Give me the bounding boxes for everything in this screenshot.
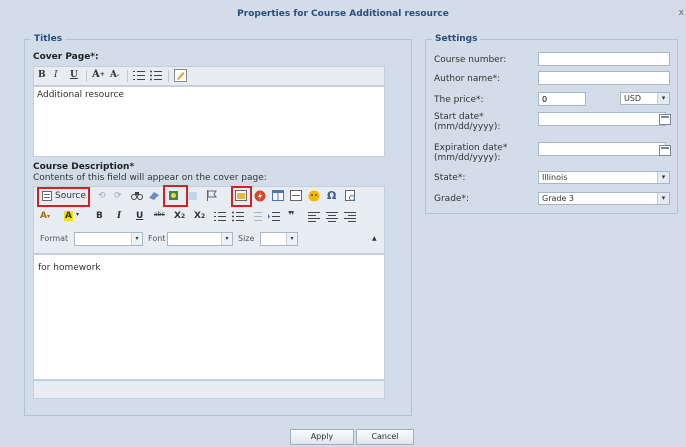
author-name-input[interactable]	[538, 71, 670, 85]
state-select[interactable]: Illinois ▾	[538, 171, 670, 184]
state-value: Illinois	[542, 173, 568, 182]
chevron-down-icon: ▾	[657, 172, 669, 183]
expiration-date-label: Expiration date*	[434, 143, 508, 153]
underline-button[interactable]: U	[70, 70, 78, 80]
background-color-icon[interactable]: A	[64, 211, 73, 221]
source-highlight	[37, 187, 90, 207]
currency-value: USD	[624, 94, 642, 103]
grade-select[interactable]: Grade 3 ▾	[538, 192, 670, 205]
chevron-down-icon: ▾	[131, 233, 142, 245]
image-highlight	[231, 186, 252, 207]
ordered-list-icon[interactable]	[133, 70, 145, 81]
properties-dialog: Properties for Course Additional resourc…	[0, 0, 686, 447]
calendar-icon[interactable]	[659, 114, 671, 125]
calendar-icon[interactable]	[659, 145, 671, 156]
expiration-date-format: (mm/dd/yyyy):	[434, 153, 501, 163]
undo-icon[interactable]: ⟲	[98, 191, 106, 201]
start-date-label: Start date*	[434, 112, 484, 122]
start-date-format: (mm/dd/yyyy):	[434, 122, 501, 132]
page-break-icon[interactable]	[344, 190, 356, 201]
indent-icon[interactable]	[268, 211, 280, 222]
numbered-list-icon[interactable]	[214, 211, 226, 222]
chevron-down-icon: ▾	[221, 233, 232, 245]
align-center-icon[interactable]	[326, 211, 338, 222]
text-color-icon[interactable]: A ▾	[40, 211, 50, 221]
find-icon[interactable]	[131, 190, 143, 201]
spellcheck-highlight	[163, 185, 188, 207]
unordered-list-icon[interactable]	[150, 70, 162, 81]
cover-editor[interactable]: Additional resource	[33, 86, 385, 157]
cover-text: Additional resource	[37, 90, 124, 100]
special-char-icon[interactable]: Ω	[327, 189, 336, 202]
format-select[interactable]: ▾	[74, 232, 143, 246]
font-label: Font	[148, 234, 166, 243]
price-label: The price*:	[434, 95, 484, 105]
grade-label: Grade*:	[434, 194, 469, 204]
align-left-icon[interactable]	[308, 211, 320, 222]
blockquote-icon[interactable]: ❞	[288, 209, 294, 222]
titles-legend: Titles	[34, 34, 63, 44]
horizontal-rule-icon[interactable]	[290, 190, 302, 201]
chevron-down-icon: ▾	[657, 93, 669, 104]
bulleted-list-icon[interactable]	[232, 211, 244, 222]
underline-button[interactable]: U	[136, 211, 143, 221]
chevron-down-icon: ▾	[286, 233, 297, 245]
state-label: State*:	[434, 173, 466, 183]
bold-button[interactable]: B	[38, 70, 46, 80]
eraser-icon[interactable]	[148, 190, 160, 201]
align-right-icon[interactable]	[344, 211, 356, 222]
toolbar-separator	[168, 70, 169, 82]
cover-toolbar: B I U A + A-	[33, 66, 385, 86]
course-number-input[interactable]	[538, 52, 670, 66]
superscript-icon[interactable]: X2	[194, 211, 205, 221]
currency-select[interactable]: USD ▾	[620, 92, 670, 105]
course-number-label: Course number:	[434, 55, 507, 65]
toolbar-separator	[86, 70, 87, 82]
italic-button[interactable]: I	[117, 211, 121, 221]
font-select[interactable]: ▾	[167, 232, 233, 246]
description-text: for homework	[38, 263, 101, 273]
bold-button[interactable]: B	[96, 211, 103, 221]
editor-status-bar	[33, 380, 385, 399]
size-select[interactable]: ▾	[260, 232, 298, 246]
subscript-icon[interactable]: X2	[174, 211, 185, 221]
toolbar-separator	[127, 70, 128, 82]
redo-icon[interactable]: ⟳	[114, 191, 122, 201]
start-date-input[interactable]	[538, 112, 666, 126]
dialog-title: Properties for Course Additional resourc…	[237, 9, 449, 19]
settings-legend: Settings	[435, 34, 478, 44]
apply-button[interactable]: Apply	[290, 429, 354, 445]
cancel-button[interactable]: Cancel	[356, 429, 414, 445]
outdent-icon[interactable]	[250, 211, 262, 222]
grade-value: Grade 3	[542, 194, 575, 203]
italic-button[interactable]: I	[54, 70, 58, 80]
close-icon[interactable]: x	[679, 8, 684, 18]
decrease-font-icon[interactable]: A-	[110, 70, 119, 80]
course-description-hint: Contents of this field will appear on th…	[33, 173, 267, 183]
chevron-down-icon: ▾	[657, 193, 669, 204]
flash-icon[interactable]	[254, 190, 266, 202]
size-label: Size	[238, 234, 255, 243]
table-icon[interactable]	[272, 190, 284, 201]
format-label: Format	[40, 234, 69, 243]
course-description-label: Course Description*	[33, 162, 135, 172]
anchor-icon[interactable]	[187, 190, 199, 201]
expiration-date-input[interactable]	[538, 142, 666, 156]
strikethrough-icon[interactable]: abc	[154, 211, 165, 218]
cover-page-label: Cover Page*:	[33, 52, 99, 62]
description-editor[interactable]: for homework	[33, 254, 385, 380]
edit-icon[interactable]	[174, 69, 187, 82]
smiley-icon[interactable]	[308, 190, 320, 202]
background-color-dropdown-icon[interactable]: ▾	[76, 211, 79, 218]
increase-font-icon[interactable]: A +	[92, 69, 105, 80]
price-input[interactable]	[538, 92, 586, 106]
collapse-toolbar-icon[interactable]: ▲	[372, 235, 377, 242]
flag-icon[interactable]	[206, 190, 218, 201]
author-name-label: Author name*:	[434, 74, 501, 84]
